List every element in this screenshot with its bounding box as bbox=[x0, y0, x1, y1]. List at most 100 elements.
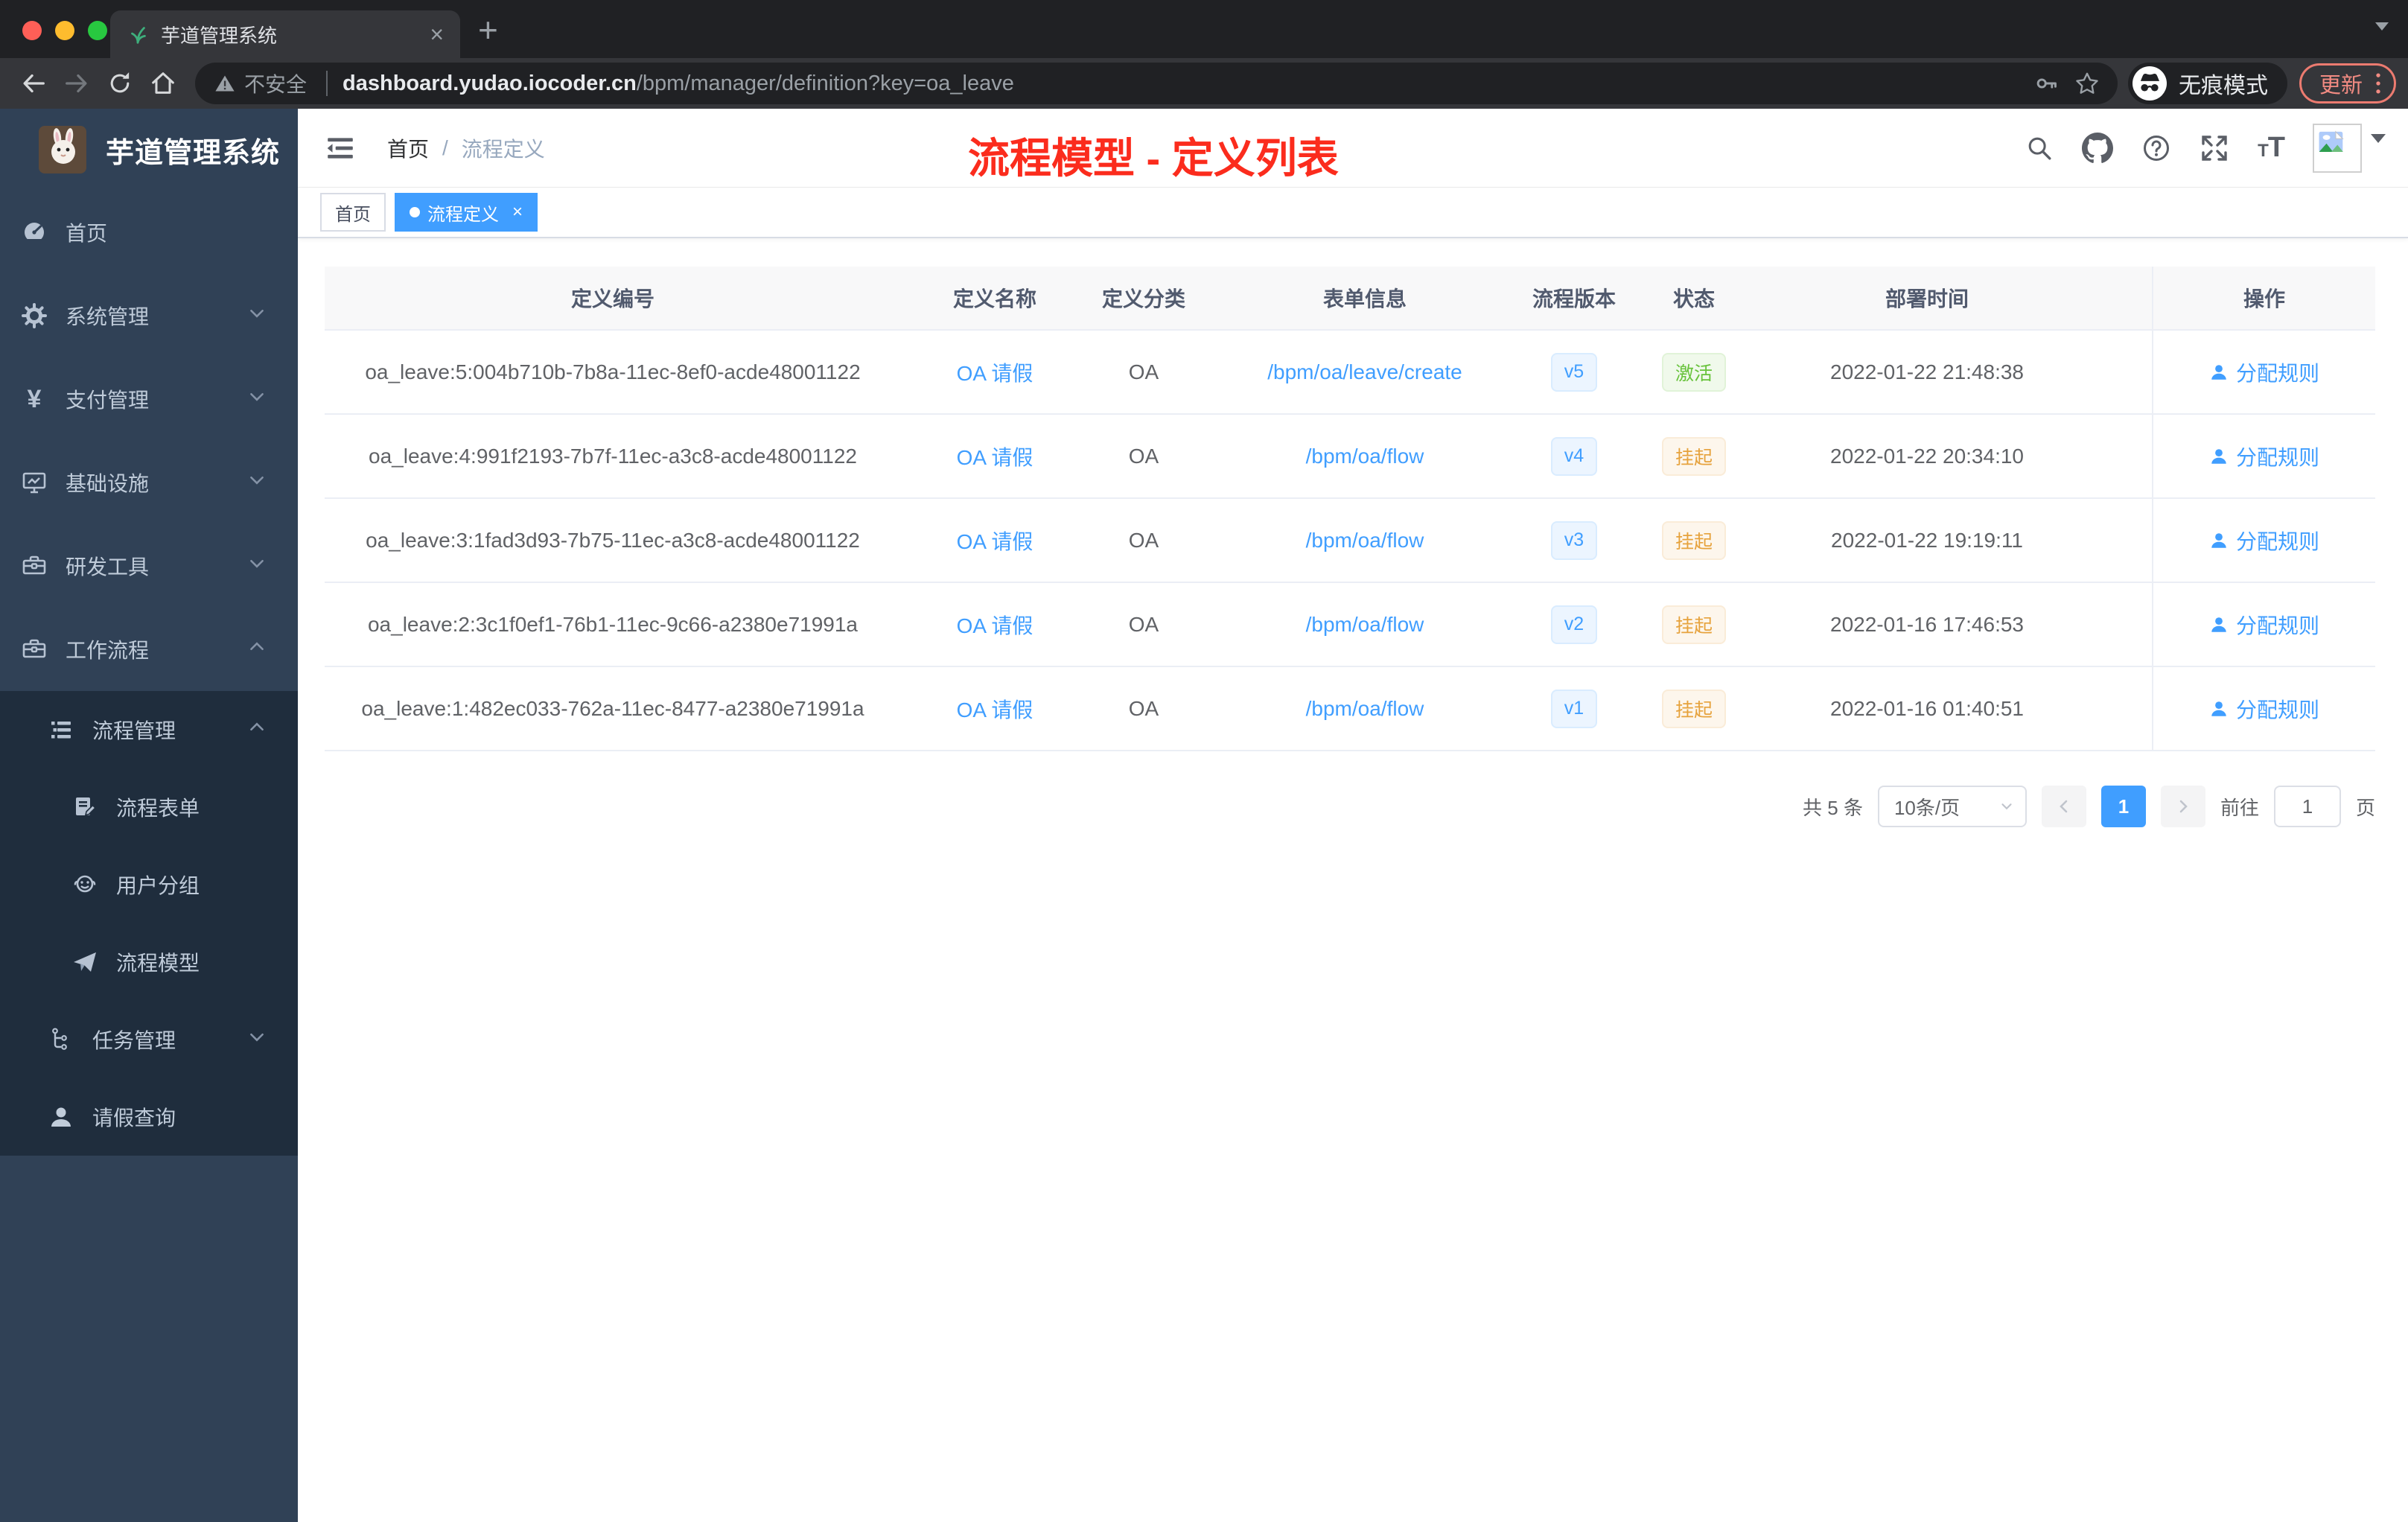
omnibox-divider bbox=[326, 71, 328, 96]
assign-rule-link[interactable]: 分配规则 bbox=[2236, 357, 2319, 387]
address-bar[interactable]: 不安全 dashboard.yudao.iocoder.cn/bpm/manag… bbox=[195, 63, 2118, 104]
yudao-favicon bbox=[131, 27, 146, 44]
form-info-link[interactable]: /bpm/oa/flow bbox=[1306, 613, 1424, 636]
active-tag-dot bbox=[410, 207, 420, 217]
reload-button[interactable] bbox=[98, 62, 141, 105]
forward-button[interactable] bbox=[55, 62, 98, 105]
search-tabs-icon[interactable] bbox=[2375, 22, 2389, 37]
tag-process-definition[interactable]: 流程定义 × bbox=[395, 193, 538, 232]
avatar[interactable] bbox=[2313, 123, 2362, 173]
sidebar-item-process-form[interactable]: 流程表单 bbox=[0, 768, 298, 846]
sidebar-item-infrastructure[interactable]: 基础设施 bbox=[0, 441, 298, 524]
page-number-button[interactable]: 1 bbox=[2100, 786, 2146, 827]
tab-title: 芋道管理系统 bbox=[161, 24, 278, 47]
prev-page-button[interactable] bbox=[2041, 786, 2086, 827]
definition-name-link[interactable]: OA 请假 bbox=[957, 698, 1033, 722]
sidebar-item-dev-tools[interactable]: 研发工具 bbox=[0, 524, 298, 608]
sidebar-item-workflow[interactable]: 工作流程 bbox=[0, 608, 298, 691]
form-info-link[interactable]: /bpm/oa/leave/create bbox=[1267, 360, 1462, 383]
window-controls[interactable] bbox=[22, 21, 107, 40]
url-path: /bpm/manager/definition?key=oa_leave bbox=[636, 71, 1014, 95]
cell-definition-id: oa_leave:4:991f2193-7b7f-11ec-a3c8-acde4… bbox=[369, 444, 857, 468]
status-badge: 挂起 bbox=[1661, 689, 1726, 728]
definition-name-link[interactable]: OA 请假 bbox=[957, 530, 1033, 553]
sidebar-item-process-model[interactable]: 流程模型 bbox=[0, 923, 298, 1001]
list-tree-icon bbox=[51, 722, 71, 739]
cell-deploy-time: 2022-01-22 20:34:10 bbox=[1830, 444, 2024, 468]
user-group-icon bbox=[74, 875, 96, 893]
tag-home[interactable]: 首页 bbox=[320, 193, 386, 232]
close-window-button[interactable] bbox=[22, 21, 42, 40]
cell-category: OA bbox=[1128, 528, 1159, 552]
tab-strip: 芋道管理系统 × + bbox=[0, 0, 2408, 58]
browser-tab[interactable]: 芋道管理系统 × bbox=[110, 10, 460, 58]
form-info-link[interactable]: /bpm/oa/flow bbox=[1306, 529, 1424, 552]
definition-name-link[interactable]: OA 请假 bbox=[957, 446, 1033, 469]
column-header-name: 定义名称 bbox=[952, 287, 1036, 311]
goto-label: 前往 bbox=[2220, 796, 2259, 819]
github-icon[interactable] bbox=[2082, 132, 2114, 164]
tag-close-icon[interactable]: × bbox=[512, 202, 523, 223]
assign-rule-link[interactable]: 分配规则 bbox=[2236, 610, 2319, 640]
annotation-title: 流程模型 - 定义列表 bbox=[968, 135, 1339, 182]
status-badge: 激活 bbox=[1661, 352, 1726, 392]
form-info-link[interactable]: /bpm/oa/flow bbox=[1306, 445, 1424, 468]
sidebar-item-user-group[interactable]: 用户分组 bbox=[0, 846, 298, 923]
page-size-select[interactable]: 10条/页 bbox=[1877, 786, 2027, 827]
reload-icon bbox=[110, 72, 130, 93]
bookmark-star-button[interactable] bbox=[2067, 63, 2107, 104]
next-page-button[interactable] bbox=[2160, 786, 2205, 827]
app-navbar: 首页 / 流程定义 TT bbox=[298, 109, 2408, 188]
assign-rule-link[interactable]: 分配规则 bbox=[2236, 526, 2319, 555]
sidebar-item-process-management[interactable]: 流程管理 bbox=[0, 691, 298, 768]
definition-name-link[interactable]: OA 请假 bbox=[957, 362, 1033, 385]
column-header-form: 表单信息 bbox=[1322, 287, 1407, 311]
font-size-icon[interactable]: TT bbox=[2258, 132, 2285, 164]
back-button[interactable] bbox=[12, 62, 55, 105]
tab-close-icon[interactable]: × bbox=[430, 22, 444, 46]
sidebar-item-system-management[interactable]: 系统管理 bbox=[0, 274, 298, 357]
sidebar: 芋道管理系统 首页 系统管理 ¥ 支付管理 基础设施 研发工具 工作流程 流程管… bbox=[0, 109, 298, 1522]
cell-category: OA bbox=[1128, 612, 1159, 636]
sidebar-item-home[interactable]: 首页 bbox=[0, 191, 298, 274]
sidebar-item-payment-management[interactable]: ¥ 支付管理 bbox=[0, 357, 298, 441]
table-row: oa_leave:4:991f2193-7b7f-11ec-a3c8-acde4… bbox=[325, 415, 2375, 499]
user-icon bbox=[51, 1107, 71, 1127]
breadcrumb-home[interactable]: 首页 bbox=[387, 133, 429, 163]
tags-view-bar: 首页 流程定义 × bbox=[298, 188, 2408, 238]
hamburger-collapse-icon[interactable] bbox=[325, 133, 356, 164]
chevron-down-icon bbox=[250, 1033, 264, 1042]
user-avatar-menu[interactable] bbox=[2313, 123, 2386, 173]
password-key-button[interactable] bbox=[2027, 63, 2067, 104]
minimize-window-button[interactable] bbox=[55, 21, 74, 40]
assign-rule-link[interactable]: 分配规则 bbox=[2236, 442, 2319, 471]
briefcase-icon bbox=[22, 639, 46, 658]
goto-page-input[interactable] bbox=[2273, 786, 2341, 827]
breadcrumb: 首页 / 流程定义 bbox=[387, 133, 545, 163]
url-text[interactable]: dashboard.yudao.iocoder.cn/bpm/manager/d… bbox=[343, 71, 2027, 96]
chrome-update-button[interactable]: 更新 bbox=[2299, 63, 2396, 104]
fullscreen-icon[interactable] bbox=[2200, 133, 2229, 163]
avatar-logo-image bbox=[39, 126, 86, 173]
sidebar-item-leave-query[interactable]: 请假查询 bbox=[0, 1078, 298, 1156]
browser-toolbar: 不安全 dashboard.yudao.iocoder.cn/bpm/manag… bbox=[0, 58, 2408, 109]
zoom-window-button[interactable] bbox=[88, 21, 107, 40]
not-secure-warning-icon bbox=[215, 75, 235, 92]
form-info-link[interactable]: /bpm/oa/flow bbox=[1306, 697, 1424, 720]
sidebar-item-task-management[interactable]: 任务管理 bbox=[0, 1001, 298, 1078]
home-button[interactable] bbox=[141, 62, 185, 105]
security-label[interactable]: 不安全 bbox=[244, 69, 307, 98]
status-badge: 挂起 bbox=[1661, 605, 1726, 644]
assign-rule-link[interactable]: 分配规则 bbox=[2236, 694, 2319, 724]
definition-table: 定义编号 定义名称 定义分类 表单信息 流程版本 状态 部署时间 操作 oa_l… bbox=[325, 267, 2375, 751]
form-edit-icon bbox=[76, 797, 97, 816]
search-icon[interactable] bbox=[2025, 134, 2054, 162]
avatar-dropdown-caret-icon[interactable] bbox=[2371, 133, 2386, 150]
browser-chrome: 芋道管理系统 × + 不安全 dashboard.yudao.iocoder.c… bbox=[0, 0, 2408, 109]
definition-name-link[interactable]: OA 请假 bbox=[957, 614, 1033, 637]
browser-menu-icon bbox=[2376, 73, 2380, 94]
table-row: oa_leave:1:482ec033-762a-11ec-8477-a2380… bbox=[325, 667, 2375, 751]
new-tab-button[interactable]: + bbox=[478, 10, 498, 49]
help-icon[interactable] bbox=[2141, 133, 2171, 163]
app-logo[interactable]: 芋道管理系统 bbox=[0, 109, 298, 191]
